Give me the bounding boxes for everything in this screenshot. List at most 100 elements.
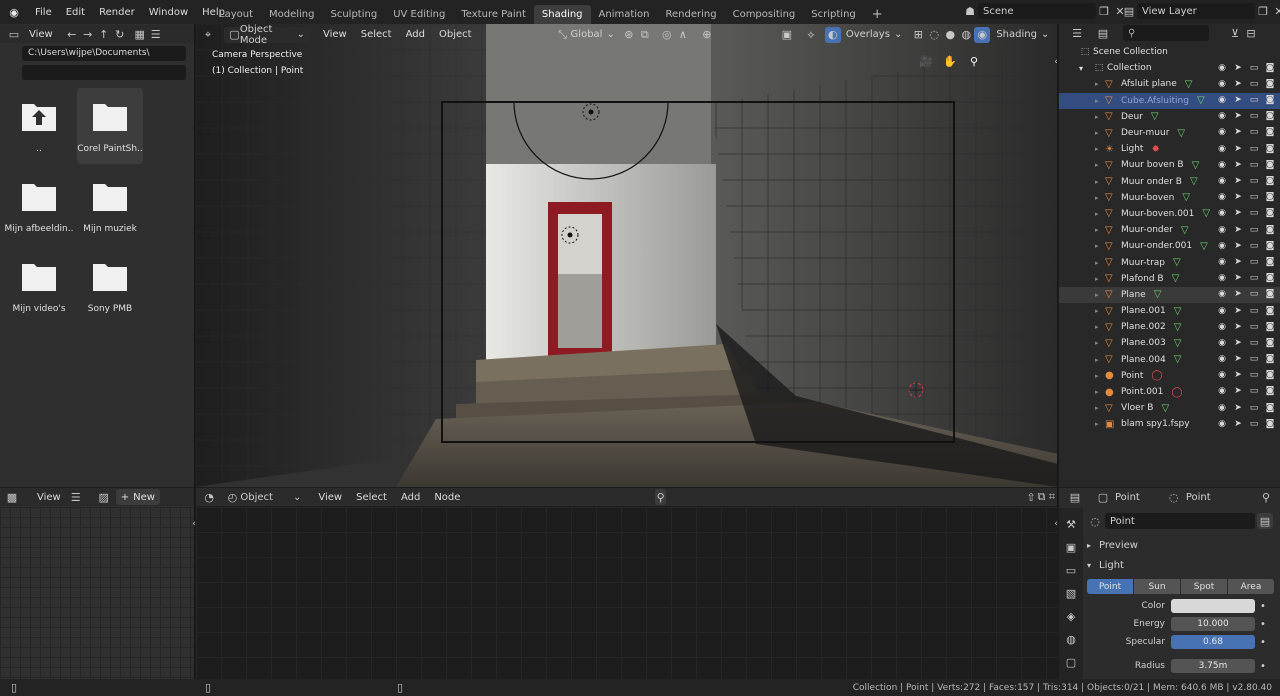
monitor-icon[interactable]: ▭ <box>1248 175 1260 188</box>
camera-icon[interactable]: ◙ <box>1264 175 1276 188</box>
monitor-icon[interactable]: ▭ <box>1248 417 1260 430</box>
eye-icon[interactable]: ◉ <box>1216 191 1228 204</box>
eye-icon[interactable]: ◉ <box>1216 288 1228 301</box>
outliner-item[interactable]: ▸ ▽ Muur-boven ▽ ◉ ➤ ▭ ◙ <box>1059 190 1280 206</box>
chevron-right-icon[interactable]: ▸ <box>1095 323 1105 331</box>
eye-icon[interactable]: ◉ <box>1216 142 1228 155</box>
camera-icon[interactable]: ◙ <box>1264 94 1276 107</box>
mesh-data-icon[interactable]: ▽ <box>1151 111 1159 122</box>
eye-icon[interactable]: ◉ <box>1216 207 1228 220</box>
zoom-icon[interactable]: ⚲ <box>966 53 982 69</box>
select-arrow-icon[interactable]: ➤ <box>1232 288 1244 301</box>
eye-icon[interactable]: ◉ <box>1216 239 1228 252</box>
mesh-data-icon[interactable]: ▽ <box>1177 128 1185 139</box>
viewport-menu-view[interactable]: View <box>316 29 354 40</box>
outliner-item[interactable]: ▸ ▽ Muur-trap ▽ ◉ ➤ ▭ ◙ <box>1059 254 1280 270</box>
outliner-item[interactable]: ▸ ▽ Deur ▽ ◉ ➤ ▭ ◙ <box>1059 109 1280 125</box>
chevron-right-icon[interactable]: ▸ <box>1095 129 1105 137</box>
scene-copy-icon[interactable]: ❐ <box>1096 3 1112 19</box>
gizmo-toggle-icon[interactable]: ⟡ <box>803 27 819 43</box>
monitor-icon[interactable]: ▭ <box>1248 207 1260 220</box>
eye-icon[interactable]: ◉ <box>1216 304 1228 317</box>
monitor-icon[interactable]: ▭ <box>1248 288 1260 301</box>
menu-window[interactable]: Window <box>142 7 195 18</box>
eye-icon[interactable]: ◉ <box>1216 336 1228 349</box>
mesh-data-icon[interactable]: ▽ <box>1185 79 1193 90</box>
shader-type-dropdown[interactable]: ◴ Object ⌄ <box>224 489 302 505</box>
menu-edit[interactable]: Edit <box>59 7 92 18</box>
tab-animation[interactable]: Animation <box>591 5 658 24</box>
color-swatch[interactable] <box>1171 599 1255 613</box>
chevron-right-icon[interactable]: ▸ <box>1095 372 1105 380</box>
camera-icon[interactable]: ◙ <box>1264 369 1276 382</box>
chevron-right-icon[interactable]: ▸ <box>1095 420 1105 428</box>
energy-field[interactable]: 10.000 <box>1171 617 1255 631</box>
mesh-data-icon[interactable]: ▽ <box>1192 160 1200 171</box>
camera-icon[interactable]: ◙ <box>1264 385 1276 398</box>
specular-slider[interactable]: 0.68 <box>1171 635 1255 649</box>
file-item-folder[interactable]: Sony PMB <box>77 248 143 324</box>
select-arrow-icon[interactable]: ➤ <box>1232 255 1244 268</box>
menu-file[interactable]: File <box>28 7 59 18</box>
chevron-right-icon[interactable]: ▸ <box>1095 97 1105 105</box>
blender-logo-icon[interactable]: ◉ <box>6 4 22 20</box>
eye-icon[interactable]: ◉ <box>1216 401 1228 414</box>
eye-icon[interactable]: ◉ <box>1216 385 1228 398</box>
keyframe-dot-icon[interactable]: • <box>1260 661 1266 672</box>
3d-viewport[interactable]: ⌖ ▢ Object Mode ⌄ View Select Add Object… <box>196 24 1058 487</box>
file-item-folder[interactable]: Corel PaintSh.. <box>77 88 143 164</box>
chevron-right-icon[interactable]: ▸ <box>1095 194 1105 202</box>
viewport-menu-add[interactable]: Add <box>399 29 432 40</box>
chevron-right-icon[interactable]: ▸ <box>1095 275 1105 283</box>
object-tab-icon[interactable]: ▢ <box>1063 654 1079 670</box>
select-arrow-icon[interactable]: ➤ <box>1232 175 1244 188</box>
pivot-point-icon[interactable]: ⊛ <box>621 27 637 43</box>
camera-icon[interactable]: ◙ <box>1264 126 1276 139</box>
node-snap-mode-icon[interactable]: ⌗ <box>1047 489 1057 505</box>
eye-icon[interactable]: ◉ <box>1216 255 1228 268</box>
menu-lines-icon[interactable]: ☰ <box>68 489 84 505</box>
view-layer-field[interactable]: View Layer <box>1137 3 1255 19</box>
proportional-editing-icon[interactable]: ◎ <box>659 27 675 43</box>
mesh-data-icon[interactable]: ▽ <box>1173 257 1181 268</box>
select-arrow-icon[interactable]: ➤ <box>1232 304 1244 317</box>
shader-editor-type-icon[interactable]: ◔ <box>204 489 214 505</box>
view-layer-tab-icon[interactable]: ▧ <box>1063 585 1079 601</box>
mesh-data-icon[interactable]: ▽ <box>1182 192 1190 203</box>
select-arrow-icon[interactable]: ➤ <box>1232 272 1244 285</box>
eye-icon[interactable]: ◉ <box>1216 417 1228 430</box>
monitor-icon[interactable]: ▭ <box>1248 94 1260 107</box>
file-item-folder[interactable]: Mijn muziek <box>77 168 143 244</box>
keyframe-dot-icon[interactable]: • <box>1260 601 1266 612</box>
node-snap-icon[interactable]: ⧉ <box>1036 489 1046 505</box>
monitor-icon[interactable]: ▭ <box>1248 191 1260 204</box>
select-arrow-icon[interactable]: ➤ <box>1232 77 1244 90</box>
camera-icon[interactable]: ◙ <box>1264 207 1276 220</box>
select-arrow-icon[interactable]: ➤ <box>1232 417 1244 430</box>
refresh-icon[interactable]: ↻ <box>112 26 128 42</box>
eye-icon[interactable]: ◉ <box>1216 320 1228 333</box>
image-editor-view-menu[interactable]: View <box>30 492 68 503</box>
light-type-spot[interactable]: Spot <box>1181 579 1227 594</box>
light-data-icon[interactable]: ✹ <box>1151 144 1159 155</box>
node-menu-node[interactable]: Node <box>427 492 467 503</box>
select-arrow-icon[interactable]: ➤ <box>1232 223 1244 236</box>
mesh-data-icon[interactable]: ▽ <box>1202 208 1210 219</box>
chevron-right-icon[interactable]: ▸ <box>1095 356 1105 364</box>
select-arrow-icon[interactable]: ➤ <box>1232 401 1244 414</box>
keyframe-dot-icon[interactable]: • <box>1260 637 1266 648</box>
camera-icon[interactable]: ◙ <box>1264 77 1276 90</box>
transform-orientation-dropdown[interactable]: ⤡ Global ⌄ <box>555 27 615 43</box>
select-arrow-icon[interactable]: ➤ <box>1232 61 1244 74</box>
chevron-right-icon[interactable]: ▸ <box>1095 259 1105 267</box>
eye-icon[interactable]: ◉ <box>1216 94 1228 107</box>
snap-icon[interactable]: ⧉ <box>637 27 653 43</box>
monitor-icon[interactable]: ▭ <box>1248 223 1260 236</box>
parent-node-tree-icon[interactable]: ⇧ <box>1026 489 1036 505</box>
chevron-right-icon[interactable]: ▸ <box>1095 388 1105 396</box>
select-arrow-icon[interactable]: ➤ <box>1232 110 1244 123</box>
image-browse-icon[interactable]: ▨ <box>96 489 112 505</box>
viewport-editor-type-icon[interactable]: ⌖ <box>200 27 216 43</box>
file-item-parent[interactable]: .. <box>6 88 72 164</box>
outliner-item[interactable]: ▸ ▽ Plane.004 ▽ ◉ ➤ ▭ ◙ <box>1059 352 1280 368</box>
